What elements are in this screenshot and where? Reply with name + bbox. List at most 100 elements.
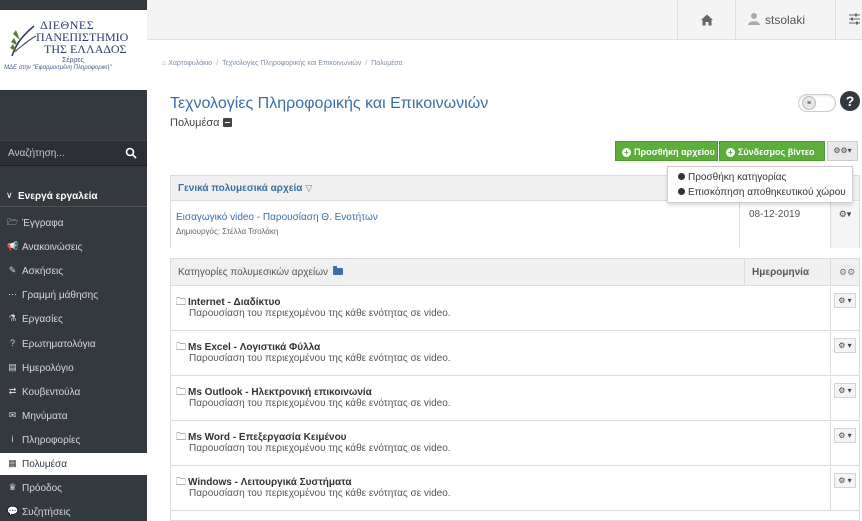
sidebar-item-label: Γραμμή μάθησης [22, 290, 99, 302]
sidebar-item-label: Ερωτηματολόγια [22, 338, 96, 350]
divider [835, 0, 836, 40]
date-column-header[interactable]: Ημερομηνία [752, 267, 809, 278]
sidebar-item-4[interactable]: ⋯ Γραμμή μάθησης [0, 284, 147, 306]
ellipsis-icon: ⋯ [8, 289, 17, 300]
logo-text-line3: ΤΗΣ ΕΛΛΑΔΟΣ [44, 42, 127, 56]
sidebar-item-13[interactable]: 💬 Συζητήσεις [0, 501, 147, 521]
sliders-icon[interactable] [847, 12, 861, 26]
folder-outline-icon: 🗀 [176, 297, 186, 308]
category-description: Παρουσίαση του περιεχομένου της κάθε ενό… [189, 398, 451, 409]
storage-overview-label: Επισκόπηση αποθηκευτικού χώρου [688, 187, 846, 198]
page-subtitle-text: Πολυμέσα [170, 117, 220, 129]
sidebar-item-1[interactable]: 🗁 Έγγραφα [0, 212, 147, 234]
category-actions-gear-button[interactable]: ⚙ ▾ [834, 383, 856, 398]
collapse-icon[interactable] [222, 118, 232, 127]
category-actions-gear-button[interactable]: ⚙ ▾ [834, 428, 856, 443]
sidebar-item-12[interactable]: ♛ Πρόοδος [0, 477, 147, 499]
sidebar-item-10[interactable]: i Πληροφορίες [0, 429, 147, 451]
exchange-icon: ⇄ [8, 385, 17, 396]
breadcrumb-separator: / [365, 60, 368, 67]
active-tools-label: Ενεργά εργαλεία [18, 191, 98, 202]
sidebar-item-label: Μηνύματα [22, 410, 68, 422]
sidebar-item-3[interactable]: ✎ Ασκήσεις [0, 260, 147, 282]
search-icon[interactable] [125, 147, 137, 159]
category-description: Παρουσίαση του περιεχομένου της κάθε ενό… [189, 308, 451, 319]
page-title[interactable]: Τεχνολογίες Πληροφορικής και Επικοινωνιώ… [170, 95, 488, 113]
storage-overview-menu-item[interactable]: Επισκόπηση αποθηκευτικού χώρου [678, 187, 846, 198]
folder-icon [333, 266, 344, 275]
edit-icon: ✎ [8, 265, 17, 276]
category-row: 🗀 Windows - Λειτουργικά Συστήματα Παρουσία… [171, 467, 859, 511]
link-video-label: Σύνδεσμος βίντεο [738, 147, 815, 157]
sidebar-item-6[interactable]: ? Ερωτηματολόγια [0, 333, 147, 355]
plus-circle-icon [678, 173, 685, 180]
bullhorn-icon: 📢 [7, 241, 19, 252]
general-media-title[interactable]: Γενικά πολυμεσικά αρχεία ▽ [178, 183, 312, 194]
sidebar-item-8[interactable]: ⇄ Κουβεντούλα [0, 381, 147, 403]
folder-outline-icon: 🗀 [176, 342, 186, 353]
sidebar: ΔΙΕΘΝΕΣ ΠΑΝΕΠΙΣΤΗΜΙΟ ΤΗΣ ΕΛΛΑΔΟΣ Σέρρες … [0, 0, 147, 521]
filter-icon: ▽ [305, 183, 313, 193]
breadcrumb-home-link[interactable]: Χαρτοφυλάκιο [168, 60, 212, 67]
film-icon: ▦ [8, 458, 17, 468]
categories-title-text: Κατηγορίες πολυμεσικών αρχείων [178, 267, 329, 278]
plus-circle-icon: + [726, 148, 735, 157]
view-toggle[interactable]: ≡ [798, 94, 836, 112]
flask-icon: ⚗ [8, 313, 17, 324]
add-category-menu-item[interactable]: Προσθήκη κατηγορίας [678, 172, 786, 183]
sidebar-item-label: Έγγραφα [22, 218, 64, 229]
categories-header: Κατηγορίες πολυμεσικών αρχείων Ημερομηνί… [171, 259, 859, 286]
chevron-down-icon: ∨ [6, 190, 13, 200]
sidebar-item-11[interactable]: ▦ Πολυμέσα [0, 453, 147, 475]
sidebar-item-label: Πληροφορίες [22, 434, 81, 446]
sidebar-search-input[interactable]: Αναζήτηση... [0, 140, 147, 166]
sidebar-item-label: Ασκήσεις [22, 266, 64, 278]
logo-text-city: Σέρρες [62, 57, 84, 64]
user-avatar-icon[interactable] [748, 12, 760, 25]
sidebar-item-label: Κουβεντούλα [22, 386, 81, 398]
add-file-button[interactable]: + Προσθήκη αρχείου [615, 141, 718, 161]
sidebar-item-2[interactable]: 📢 Ανακοινώσεις [0, 236, 147, 258]
toggle-knob-icon: ≡ [802, 96, 816, 110]
comments-icon: 💬 [7, 506, 19, 517]
sidebar-item-label: Πρόοδος [22, 483, 62, 495]
calendar-icon: ▤ [8, 361, 17, 372]
category-row: 🗀 Ms Outlook - Ηλεκτρονική επικοινωνία Παρ… [171, 377, 859, 421]
active-tools-header[interactable]: ∨ Ενεργά εργαλεία [0, 185, 147, 207]
top-bar: stsolaki [147, 0, 862, 40]
gears-icon: ⚙⚙▾ [833, 146, 852, 155]
breadcrumb: ⌂ Χαρτοφυλάκιο / Τεχνολογίες Πληροφορικής … [162, 60, 403, 67]
file-actions-gear-button[interactable]: ⚙▾ [833, 206, 857, 222]
category-actions-gear-button[interactable]: ⚙ ▾ [834, 293, 856, 308]
pie-chart-icon [678, 188, 685, 195]
add-category-label: Προσθήκη κατηγορίας [688, 172, 787, 183]
breadcrumb-course-link[interactable]: Τεχνολογίες Πληροφορικής και Επικοινωνιώ… [222, 60, 361, 67]
sidebar-item-5[interactable]: ⚗ Εργασίες [0, 308, 147, 330]
logo-text-program: ΜΔΕ στην "Εφαρμοσμένη Πληροφορική" [4, 65, 112, 71]
sidebar-item-7[interactable]: ▤ Ημερολόγιο [0, 357, 147, 379]
category-title-text: Windows - Λειτουργικά Συστήματα [188, 477, 352, 488]
more-actions-button[interactable]: ⚙⚙▾ [827, 141, 858, 161]
media-file-date: 08-12-2019 [749, 209, 801, 220]
category-description: Παρουσίαση του περιεχομένου της κάθε ενό… [189, 488, 451, 499]
category-title-text: Ms Excel - Λογιστικά Φύλλα [188, 342, 321, 353]
folder-open-icon: 🗁 [7, 217, 19, 227]
sidebar-item-9[interactable]: ✉ Μηνύματα [0, 405, 147, 427]
username[interactable]: stsolaki [765, 13, 805, 27]
category-actions-gear-button[interactable]: ⚙ ▾ [834, 338, 856, 353]
general-media-title-text: Γενικά πολυμεσικά αρχεία [178, 183, 303, 194]
link-video-button[interactable]: + Σύνδεσμος βίντεο [719, 141, 825, 161]
folder-outline-icon: 🗀 [176, 387, 186, 398]
help-icon[interactable]: ? [840, 91, 860, 111]
envelope-icon: ✉ [8, 409, 17, 420]
category-actions-gear-button[interactable]: ⚙ ▾ [834, 473, 856, 488]
page-subtitle: Πολυμέσα [170, 117, 232, 129]
university-logo[interactable]: ΔΙΕΘΝΕΣ ΠΑΝΕΠΙΣΤΗΜΙΟ ΤΗΣ ΕΛΛΑΔΟΣ Σέρρες … [0, 10, 147, 90]
category-row: 🗀 Ms Word - Επεξεργασία Κειμένου Παρουσίασ… [171, 422, 859, 466]
home-icon[interactable] [700, 13, 714, 27]
question-circle-icon: ? [9, 337, 15, 348]
sidebar-item-label: Πολυμέσα [22, 459, 67, 470]
gears-icon: ⚙⚙ [839, 267, 856, 277]
media-file-title[interactable]: Εισαγωγικό video - Παρουσίαση Θ. Ενοτήτω… [176, 212, 378, 223]
category-title-text: Internet - Διαδίκτυο [188, 297, 281, 308]
